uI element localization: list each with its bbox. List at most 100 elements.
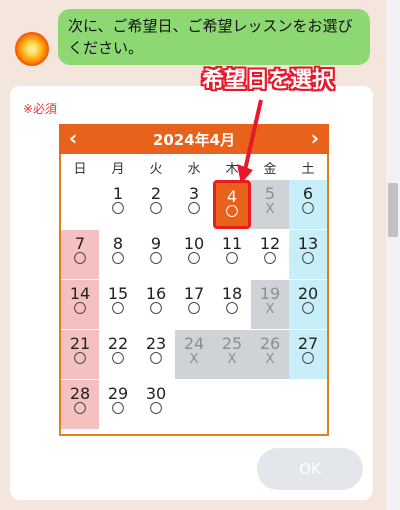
calendar-day[interactable]: 2〇 xyxy=(137,180,175,229)
availability-mark: 〇 xyxy=(301,352,315,367)
annotation-arrow-icon xyxy=(237,99,263,184)
day-number: 18 xyxy=(221,284,243,303)
calendar-day[interactable]: 13 〇 xyxy=(289,230,327,279)
availability-mark: 〇 xyxy=(149,252,163,267)
availability-mark: 〇 xyxy=(149,302,163,317)
calendar-day[interactable]: 30 〇 xyxy=(137,380,175,429)
availability-mark: X xyxy=(189,352,199,367)
availability-mark: 〇 xyxy=(73,352,87,367)
calendar-day[interactable]: 10 〇 xyxy=(175,230,213,279)
day-number: 6 xyxy=(302,184,314,203)
calendar-day[interactable]: 1〇 xyxy=(99,180,137,229)
availability-mark: 〇 xyxy=(73,402,87,417)
day-number: 29 xyxy=(107,384,129,403)
availability-mark: 〇 xyxy=(111,302,125,317)
availability-mark: 〇 xyxy=(187,202,201,217)
calendar-day[interactable]: 9〇 xyxy=(137,230,175,279)
day-number: 14 xyxy=(69,284,91,303)
calendar-day[interactable]: 12 〇 xyxy=(251,230,289,279)
day-number: 3 xyxy=(188,184,200,203)
day-number: 2 xyxy=(150,184,162,203)
availability-mark: X xyxy=(265,352,275,367)
calendar-day[interactable]: 6〇 xyxy=(289,180,327,229)
calendar-day[interactable]: 29 〇 xyxy=(99,380,137,429)
day-number: 25 xyxy=(221,334,243,353)
day-number: 15 xyxy=(107,284,129,303)
calendar-day: 19 X xyxy=(251,280,289,329)
bot-avatar xyxy=(15,32,49,66)
availability-mark: 〇 xyxy=(187,252,201,267)
availability-mark: 〇 xyxy=(225,252,239,267)
availability-mark: 〇 xyxy=(149,202,163,217)
availability-mark: 〇 xyxy=(149,352,163,367)
day-number: 30 xyxy=(145,384,167,403)
availability-mark: 〇 xyxy=(73,302,87,317)
calendar-day[interactable]: 3〇 xyxy=(175,180,213,229)
availability-mark: X xyxy=(227,352,237,367)
calendar-day[interactable]: 23 〇 xyxy=(137,330,175,379)
availability-mark: X xyxy=(265,302,275,317)
calendar-day[interactable]: 27 〇 xyxy=(289,330,327,379)
scrollbar[interactable] xyxy=(386,0,400,510)
calendar-day[interactable]: 16 〇 xyxy=(137,280,175,329)
scrollbar-thumb[interactable] xyxy=(388,183,398,237)
day-number: 1 xyxy=(112,184,124,203)
weekday-header: 日 xyxy=(73,162,87,177)
calendar-day[interactable]: 20 〇 xyxy=(289,280,327,329)
day-number: 16 xyxy=(145,284,167,303)
day-number: 21 xyxy=(69,334,91,353)
day-number: 27 xyxy=(297,334,319,353)
calendar: ‹ 2024年4月 › 日月火水木金土 1 〇 2 〇 3 〇 4 〇 5 X 6 〇 7 〇 8 〇 9 〇 10 〇… xyxy=(59,124,329,436)
availability-mark: 〇 xyxy=(111,252,125,267)
day-number: 20 xyxy=(297,284,319,303)
required-label: ※必須 xyxy=(23,102,58,116)
availability-mark: 〇 xyxy=(111,402,125,417)
day-number: 26 xyxy=(259,334,281,353)
day-number: 8 xyxy=(112,234,124,253)
calendar-header: ‹ 2024年4月 › xyxy=(59,124,329,154)
day-number: 28 xyxy=(69,384,91,403)
next-month-button[interactable]: › xyxy=(311,126,319,150)
weekday-header: 土 xyxy=(301,162,315,177)
chat-message-bubble: 次に、ご希望日、ご希望レッスンをお選びください。 xyxy=(58,9,370,65)
calendar-day: 25 X xyxy=(213,330,251,379)
availability-mark: 〇 xyxy=(301,302,315,317)
day-number: 19 xyxy=(259,284,281,303)
calendar-day[interactable]: 22 〇 xyxy=(99,330,137,379)
day-number: 9 xyxy=(150,234,162,253)
weekday-header: 月 xyxy=(111,162,125,177)
day-number: 22 xyxy=(107,334,129,353)
calendar-day[interactable]: 14 〇 xyxy=(61,280,99,329)
day-number: 12 xyxy=(259,234,281,253)
calendar-day[interactable]: 18 〇 xyxy=(213,280,251,329)
calendar-day[interactable]: 28 〇 xyxy=(61,380,99,429)
day-number: 11 xyxy=(221,234,243,253)
availability-mark: 〇 xyxy=(111,202,125,217)
calendar-month-title: 2024年4月 xyxy=(152,131,236,149)
weekday-header: 水 xyxy=(187,162,201,177)
availability-mark: 〇 xyxy=(225,302,239,317)
availability-mark: 〇 xyxy=(263,252,277,267)
day-number: 4 xyxy=(226,187,238,206)
day-number: 17 xyxy=(183,284,205,303)
calendar-day[interactable]: 21 〇 xyxy=(61,330,99,379)
weekday-header: 火 xyxy=(149,162,163,177)
calendar-day-selected[interactable]: 4〇 xyxy=(213,180,251,229)
day-number: 7 xyxy=(74,234,86,253)
day-number: 24 xyxy=(183,334,205,353)
availability-mark: 〇 xyxy=(301,202,315,217)
calendar-day[interactable]: 11 〇 xyxy=(213,230,251,279)
calendar-day: 26 X xyxy=(251,330,289,379)
calendar-day[interactable]: 8〇 xyxy=(99,230,137,279)
calendar-day[interactable]: 17 〇 xyxy=(175,280,213,329)
calendar-day[interactable]: 15 〇 xyxy=(99,280,137,329)
calendar-day: 24 X xyxy=(175,330,213,379)
availability-mark: X xyxy=(265,202,275,217)
availability-mark: 〇 xyxy=(225,205,239,220)
calendar-day[interactable]: 7〇 xyxy=(61,230,99,279)
ok-button[interactable]: OK xyxy=(257,448,363,490)
day-number: 23 xyxy=(145,334,167,353)
availability-mark: 〇 xyxy=(187,302,201,317)
day-number: 10 xyxy=(183,234,205,253)
availability-mark: 〇 xyxy=(149,402,163,417)
